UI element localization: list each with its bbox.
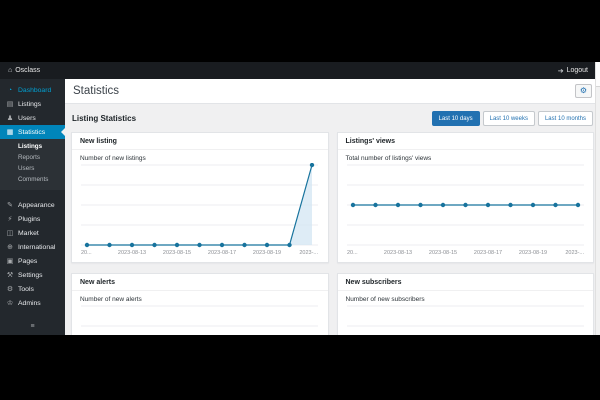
svg-text:2023-08-15: 2023-08-15 <box>429 250 457 256</box>
statistics-submenu: Listings Reports Users Comments <box>0 139 65 190</box>
card-subtitle: Number of new listings <box>80 155 146 162</box>
screen: ⌂ Osclass ➔ Logout ◔ Dashboard ▤ Listings ♟ U… <box>0 0 600 400</box>
sidebar-item-plugins[interactable]: ⚡ Plugins <box>0 212 65 226</box>
pages-icon: ▣ <box>6 258 14 265</box>
brand-home-link[interactable]: ⌂ Osclass <box>8 67 40 74</box>
sidebar-item-label: Appearance <box>18 201 55 209</box>
dashboard-icon: ◔ <box>7 86 13 94</box>
listings-icon: ▤ <box>6 101 14 108</box>
sidebar-item-label: Pages <box>18 257 38 265</box>
statistics-icon: ▦ <box>6 129 14 136</box>
menu-icon: ≡ <box>30 323 35 330</box>
svg-text:2023-08-19: 2023-08-19 <box>253 250 281 256</box>
page-title: Statistics <box>73 85 120 97</box>
market-icon: ◫ <box>6 230 14 237</box>
svg-text:2023-...: 2023-... <box>300 250 319 256</box>
svg-text:2023-08-17: 2023-08-17 <box>474 250 502 256</box>
card-title: New subscribers <box>337 274 593 291</box>
sidebar-item-label: International <box>18 243 56 251</box>
time-range-filters: Last 10 days Last 10 weeks Last 10 months <box>431 111 593 126</box>
new-subscribers-chart <box>346 305 584 327</box>
card-subtitle: Number of new subscribers <box>345 296 425 303</box>
sidebar-item-appearance[interactable]: ✎ Appearance <box>0 198 65 212</box>
stat-card-new-listing: New listing Number of new listings 20...… <box>71 132 329 263</box>
card-title: Listings' views <box>337 133 593 150</box>
frame-row: ◔ Dashboard ▤ Listings ♟ Users ▦ Statistics List… <box>0 79 600 335</box>
users-icon: ♟ <box>6 115 14 122</box>
sidebar-item-label: Settings <box>18 271 43 279</box>
sidebar-subitem-reports[interactable]: Reports <box>0 152 65 163</box>
stat-cards-grid: New listing Number of new listings 20...… <box>71 132 594 335</box>
svg-text:20...: 20... <box>81 250 92 256</box>
logout-label: Logout <box>566 67 588 74</box>
listings-views-chart: 20... 2023-08-13 2023-08-15 2023-08-17 2023-… <box>346 164 584 256</box>
sidebar-item-label: Users <box>18 114 36 122</box>
sidebar-item-international[interactable]: ⊕ International <box>0 240 65 254</box>
sidebar-subitem-users[interactable]: Users <box>0 163 65 174</box>
sidebar-item-label: Market <box>18 229 39 237</box>
sidebar-item-label: Admins <box>18 299 41 307</box>
plugins-icon: ⚡ <box>7 216 13 223</box>
main-area: Statistics ⚙ Listing Statistics Last 10 … <box>65 79 600 335</box>
appearance-icon: ✎ <box>7 202 13 209</box>
svg-text:2023-08-15: 2023-08-15 <box>163 250 191 256</box>
sidebar-item-pages[interactable]: ▣ Pages <box>0 254 65 268</box>
current-item-arrow <box>57 128 65 136</box>
section-row: Listing Statistics Last 10 days Last 10 w… <box>72 111 593 126</box>
logout-icon: ➔ <box>557 67 564 75</box>
card-title: New alerts <box>72 274 328 291</box>
stat-card-listings-views: Listings' views Total number of listings… <box>336 132 594 263</box>
screen-options-button[interactable]: ⚙ <box>575 84 592 98</box>
collapse-menu-button[interactable]: ≡ <box>0 322 65 332</box>
sidebar-item-label: Listings <box>18 100 42 108</box>
page-header: Statistics ⚙ <box>65 79 600 104</box>
stat-card-new-alerts: New alerts Number of new alerts <box>71 273 329 335</box>
admin-app: ⌂ Osclass ➔ Logout ◔ Dashboard ▤ Listings ♟ U… <box>0 62 600 335</box>
sidebar-item-admins[interactable]: ♔ Admins <box>0 296 65 310</box>
sidebar-item-label: Statistics <box>18 128 46 136</box>
vertical-scrollbar[interactable] <box>595 62 600 335</box>
filter-button-last-10-days[interactable]: Last 10 days <box>431 111 480 126</box>
sidebar-subitem-comments[interactable]: Comments <box>0 174 65 185</box>
sidebar-subitem-listings[interactable]: Listings <box>0 141 65 152</box>
svg-text:2023-08-13: 2023-08-13 <box>118 250 146 256</box>
new-alerts-chart <box>81 305 319 327</box>
filter-button-last-10-weeks[interactable]: Last 10 weeks <box>482 111 535 126</box>
sidebar-item-label: Tools <box>18 285 34 293</box>
svg-text:2023-...: 2023-... <box>565 250 584 256</box>
settings-icon: ⚒ <box>6 272 14 279</box>
sidebar-item-listings[interactable]: ▤ Listings <box>0 97 65 111</box>
sidebar-item-label: Dashboard <box>18 86 52 94</box>
scrollbar-thumb[interactable] <box>596 62 600 87</box>
sidebar-item-statistics[interactable]: ▦ Statistics <box>0 125 65 139</box>
sidebar-item-label: Plugins <box>18 215 41 223</box>
home-icon: ⌂ <box>8 67 13 74</box>
card-title: New listing <box>72 133 328 150</box>
svg-text:2023-08-13: 2023-08-13 <box>384 250 412 256</box>
sidebar-item-tools[interactable]: ⚙ Tools <box>0 282 65 296</box>
filter-button-last-10-months[interactable]: Last 10 months <box>537 111 593 126</box>
admin-topbar: ⌂ Osclass ➔ Logout <box>0 62 600 79</box>
svg-text:20...: 20... <box>347 250 358 256</box>
sidebar-item-market[interactable]: ◫ Market <box>0 226 65 240</box>
sidebar-item-settings[interactable]: ⚒ Settings <box>0 268 65 282</box>
stat-card-new-subscribers: New subscribers Number of new subscriber… <box>336 273 594 335</box>
sidebar-item-dashboard[interactable]: ◔ Dashboard <box>0 83 65 97</box>
admins-icon: ♔ <box>6 300 14 307</box>
admin-sidebar: ◔ Dashboard ▤ Listings ♟ Users ▦ Statistics List… <box>0 79 65 335</box>
new-listing-chart: 20... 2023-08-13 2023-08-15 2023-08-17 2023-… <box>81 163 319 256</box>
sidebar-item-users[interactable]: ♟ Users <box>0 111 65 125</box>
content: Listing Statistics Last 10 days Last 10 w… <box>65 104 600 335</box>
section-title: Listing Statistics <box>72 114 137 123</box>
international-icon: ⊕ <box>7 244 13 251</box>
card-subtitle: Total number of listings' views <box>345 155 432 162</box>
gear-icon: ⚙ <box>579 86 588 95</box>
svg-text:2023-08-17: 2023-08-17 <box>208 250 236 256</box>
svg-text:2023-08-19: 2023-08-19 <box>519 250 547 256</box>
tools-icon: ⚙ <box>6 286 14 293</box>
logout-button[interactable]: ➔ Logout <box>558 67 588 75</box>
card-subtitle: Number of new alerts <box>80 296 142 303</box>
brand-label: Osclass <box>15 67 41 74</box>
